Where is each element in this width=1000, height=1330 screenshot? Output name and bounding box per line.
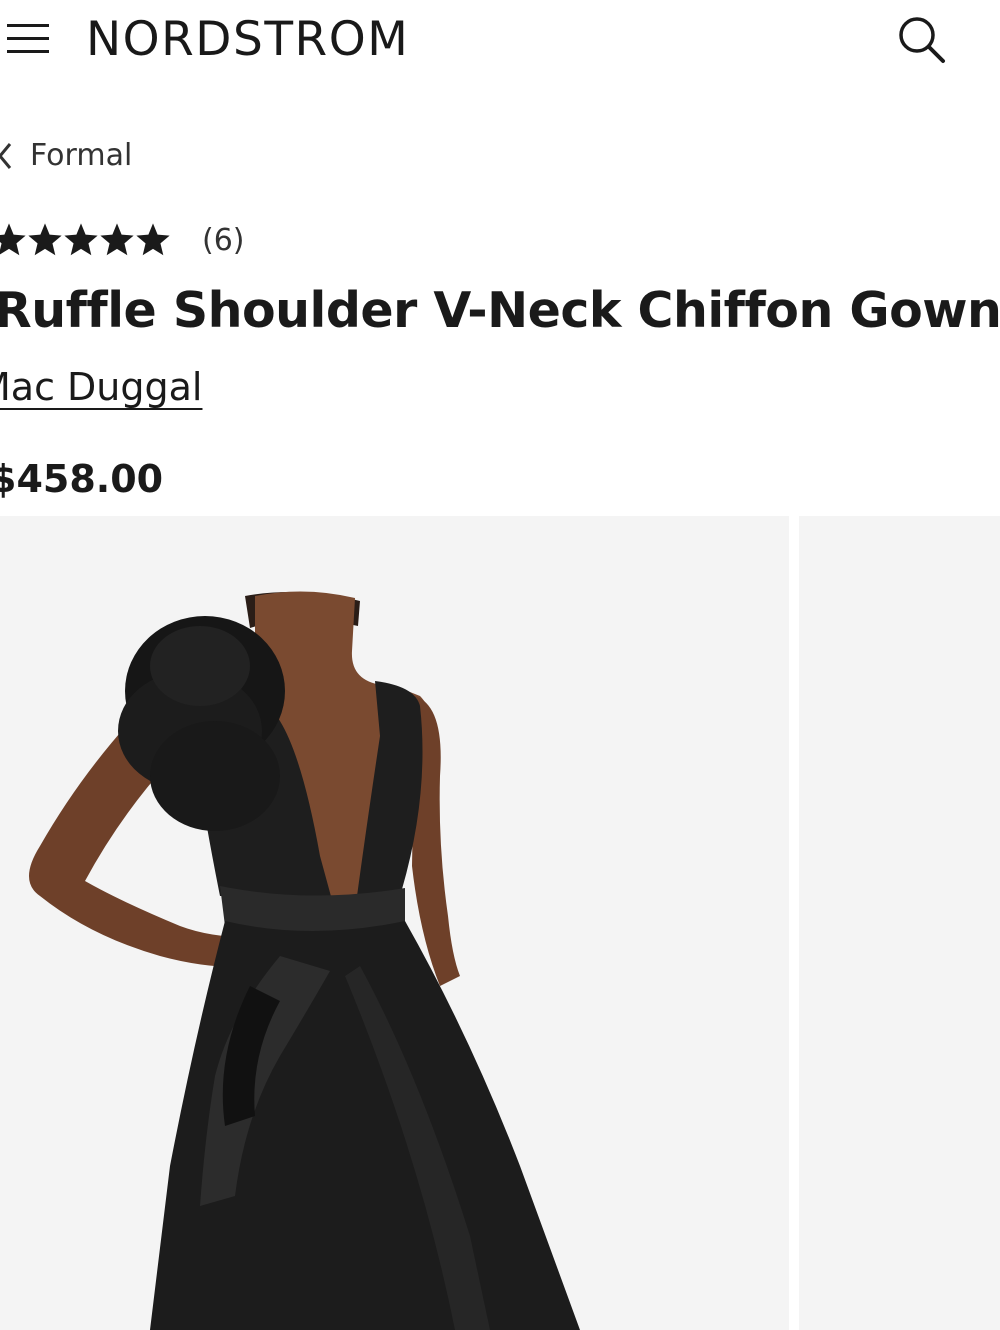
search-icon[interactable] [895, 13, 947, 65]
product-rating[interactable]: (6) [0, 218, 245, 262]
breadcrumb-label: Formal [30, 138, 133, 173]
breadcrumb-back-link[interactable]: Formal [0, 136, 132, 176]
site-header: NORDSTROM [0, 0, 1000, 80]
product-photo-next[interactable] [799, 516, 1000, 1330]
star-icon [136, 223, 170, 256]
star-icon [0, 223, 26, 256]
rating-stars [0, 221, 170, 259]
product-photo-black-ruffle-gown[interactable] [0, 516, 789, 1330]
star-icon [28, 223, 62, 256]
star-icon [64, 223, 98, 256]
star-icon [100, 223, 134, 256]
product-title: Ruffle Shoulder V-Neck Chiffon Gown [0, 282, 1000, 339]
chevron-left-icon [0, 143, 12, 169]
nordstrom-logo[interactable]: NORDSTROM [86, 12, 409, 68]
product-price: $458.00 [0, 457, 164, 501]
review-count: (6) [202, 222, 245, 258]
gown-illustration [29, 591, 580, 1330]
hamburger-menu-icon[interactable] [7, 20, 49, 58]
brand-link[interactable]: Mac Duggal [0, 362, 202, 412]
product-image-gallery [0, 516, 1000, 1330]
